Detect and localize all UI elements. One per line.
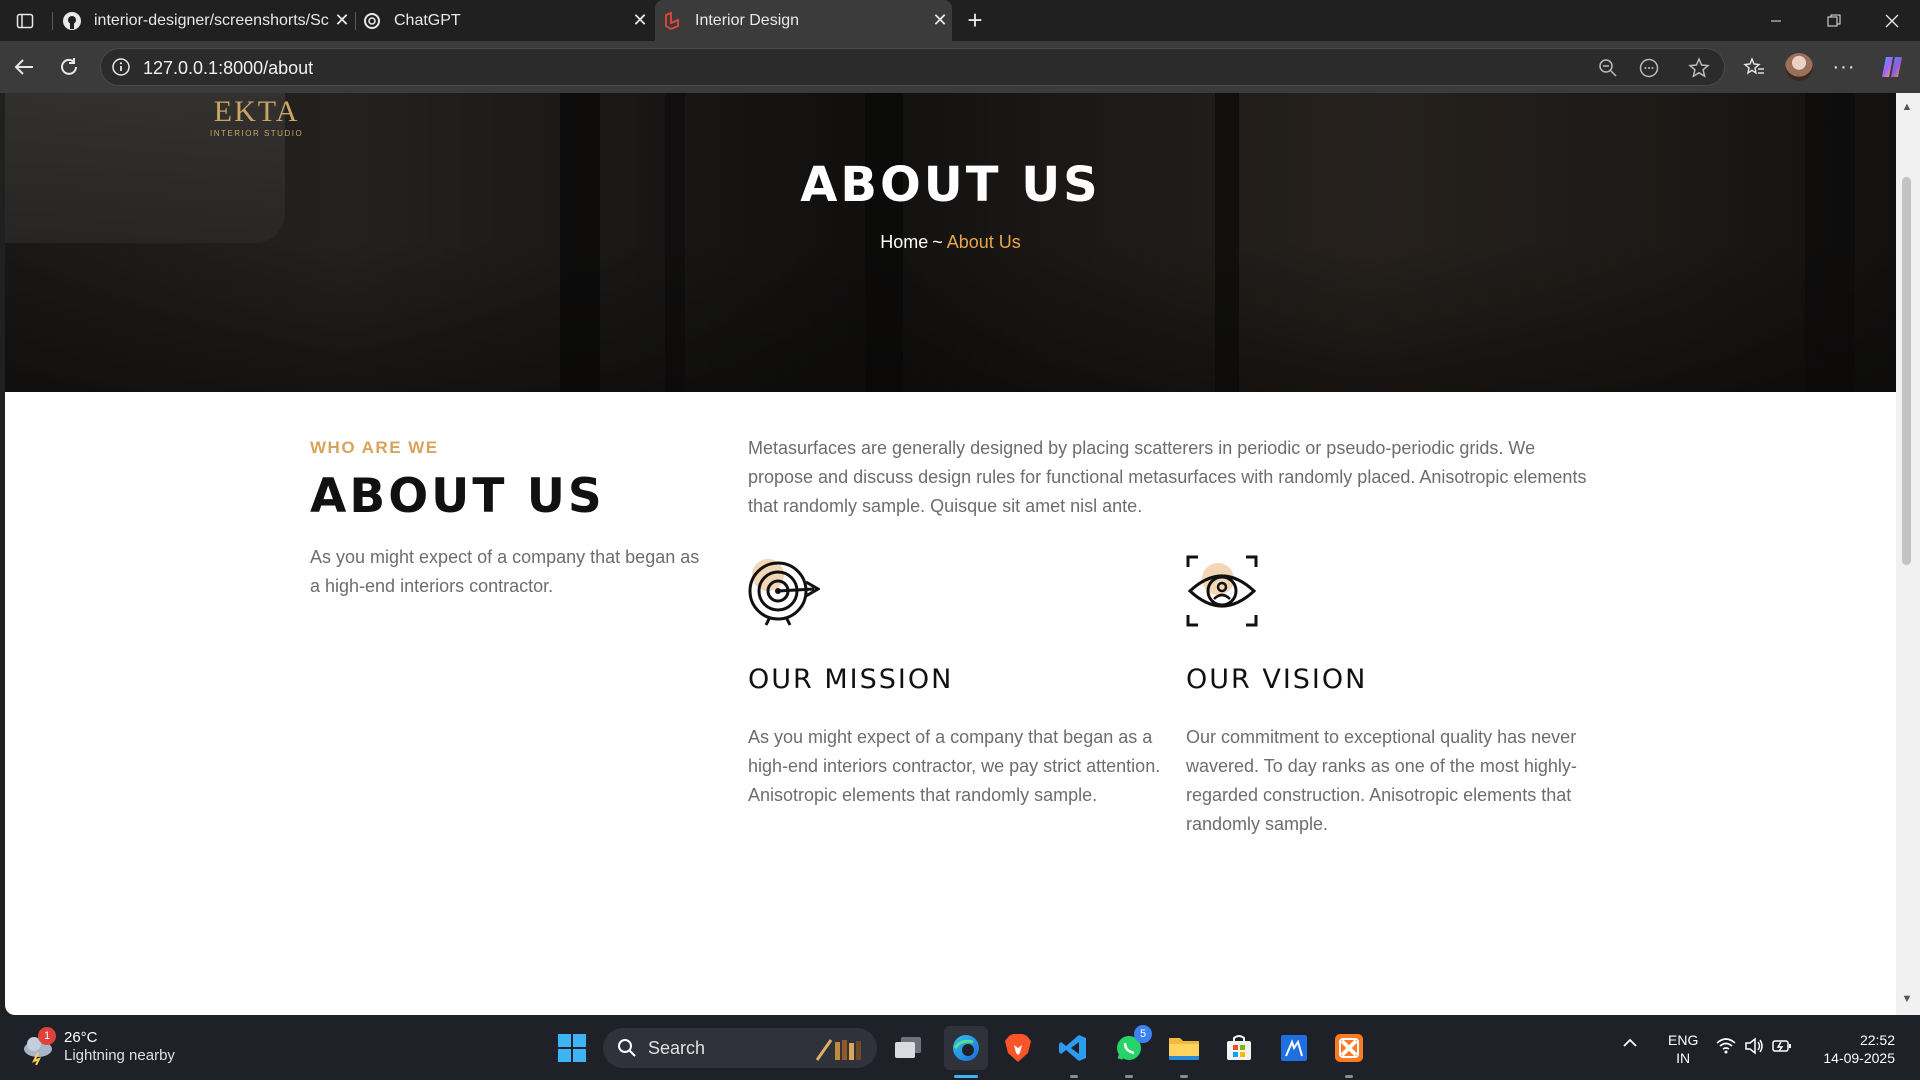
sidebar-toggle-icon[interactable] [0,0,50,41]
section-intro: Metasurfaces are generally designed by p… [748,438,1587,516]
page-title: ABOUT US [800,157,1101,213]
region-code: IN [1676,1050,1691,1066]
breadcrumb-home-link[interactable]: Home [880,232,928,252]
favorites-icon[interactable] [1738,51,1770,83]
vision-text: Our commitment to exceptional quality ha… [1186,727,1577,834]
tab-interior-design[interactable]: Interior Design ✕ [655,0,952,41]
volume-icon [1745,1037,1763,1055]
breadcrumb-separator: ~ [932,232,943,252]
file-explorer-icon[interactable] [1165,1029,1203,1067]
start-button[interactable] [553,1029,591,1067]
laravel-icon [663,11,683,31]
logo-tagline: INTERIOR STUDIO [210,129,304,138]
app-launcher-icon[interactable] [1275,1029,1313,1067]
mission-title: OUR MISSION [748,664,954,695]
search-label: Search [648,1038,706,1058]
close-tab-icon[interactable]: ✕ [330,10,354,31]
close-tab-icon[interactable]: ✕ [928,10,952,31]
clock-date: 14-09-2025 [1823,1050,1895,1066]
github-icon [62,11,82,31]
system-tray-icons[interactable] [1716,1037,1792,1055]
favorite-star-icon[interactable] [1687,56,1711,80]
brave-icon[interactable] [999,1029,1037,1067]
battery-icon [1772,1040,1791,1052]
vision-card: OUR VISION Our commitment to exceptional… [1186,555,1606,839]
running-indicator [1180,1075,1188,1078]
hero-banner: EKTA INTERIOR STUDIO ABOUT US Home ~ About… [5,93,1896,392]
page-viewport: EKTA INTERIOR STUDIO ABOUT US Home ~ About… [5,93,1896,1015]
browser-toolbar: 127.0.0.1:8000/about ··· [0,41,1920,93]
site-info-icon[interactable] [111,57,131,77]
eye-icon [1186,555,1258,627]
whatsapp-badge: 5 [1134,1025,1152,1043]
weather-widget[interactable]: 1 26°C Lightning nearby [20,1027,175,1069]
restore-button[interactable] [1806,0,1862,41]
language-code: ENG [1668,1032,1699,1048]
url-text[interactable]: 127.0.0.1:8000/about [143,58,313,79]
zoom-out-icon[interactable] [1596,56,1620,80]
breadcrumb: Home ~ About Us [5,232,1896,253]
search-icon [618,1039,636,1057]
scrollbar-thumb[interactable] [1902,177,1911,565]
tab-title: interior-designer/screenshorts/Sc [94,11,329,29]
chatgpt-icon [362,11,382,31]
more-menu-icon[interactable]: ··· [1828,51,1860,83]
weather-badge: 1 [38,1027,56,1045]
tab-title: Interior Design [695,11,800,29]
tab-title: ChatGPT [394,11,461,29]
minimize-button[interactable] [1748,0,1804,41]
edge-taskbar-icon[interactable] [944,1026,988,1070]
page-scrollbar[interactable]: ▲ ▼ [1896,93,1920,1015]
mission-card: OUR MISSION As you might expect of a com… [748,555,1168,810]
running-indicator [1345,1075,1353,1078]
taskbar: 1 26°C Lightning nearby Search 5 ENG IN … [0,1015,1920,1080]
copilot-icon[interactable] [1876,51,1908,83]
reading-mode-icon[interactable] [1637,56,1661,80]
section-summary: As you might expect of a company that be… [310,547,700,596]
logo-name: EKTA [213,95,300,128]
browser-tab-strip: interior-designer/screenshorts/Sc ✕ Chat… [0,0,1920,41]
new-tab-button[interactable]: + [960,0,990,41]
vision-title: OUR VISION [1186,664,1368,695]
weather-description: Lightning nearby [64,1047,175,1064]
vscode-icon[interactable] [1054,1029,1092,1067]
show-hidden-icons-icon[interactable] [1620,1033,1640,1056]
target-icon [748,555,821,627]
tab-github[interactable]: interior-designer/screenshorts/Sc ✕ [62,0,354,41]
reload-button[interactable] [53,51,85,83]
avatar[interactable] [1783,51,1815,83]
running-indicator [1125,1075,1133,1078]
close-tab-icon[interactable]: ✕ [628,10,652,31]
clock-time: 22:52 [1859,1032,1895,1048]
section-heading: ABOUT US [310,469,605,524]
xampp-icon[interactable] [1330,1029,1368,1067]
edge-active-indicator [954,1075,978,1078]
task-view-icon[interactable] [889,1029,927,1067]
scroll-down-arrow-icon[interactable]: ▼ [1900,993,1914,1007]
weather-storm-icon: 1 [20,1027,60,1069]
search-highlight-icon [815,1039,861,1061]
language-indicator[interactable]: ENG IN [1668,1031,1698,1067]
close-window-button[interactable] [1864,0,1920,41]
wifi-icon [1716,1038,1736,1054]
scroll-up-arrow-icon[interactable]: ▲ [1900,101,1914,115]
address-bar[interactable]: 127.0.0.1:8000/about [100,48,1725,86]
mission-text: As you might expect of a company that be… [748,727,1161,805]
section-kicker: WHO ARE WE [310,438,439,457]
weather-temperature: 26°C [64,1029,98,1046]
whatsapp-icon[interactable]: 5 [1110,1025,1152,1067]
site-logo[interactable]: EKTA INTERIOR STUDIO [210,95,303,138]
tab-chatgpt[interactable]: ChatGPT ✕ [362,0,652,41]
running-indicator [1070,1075,1078,1078]
microsoft-store-icon[interactable] [1220,1029,1258,1067]
clock[interactable]: 22:52 14-09-2025 [1815,1031,1895,1067]
back-button[interactable] [8,51,40,83]
taskbar-search[interactable]: Search [603,1028,877,1068]
breadcrumb-current: About Us [946,232,1021,252]
